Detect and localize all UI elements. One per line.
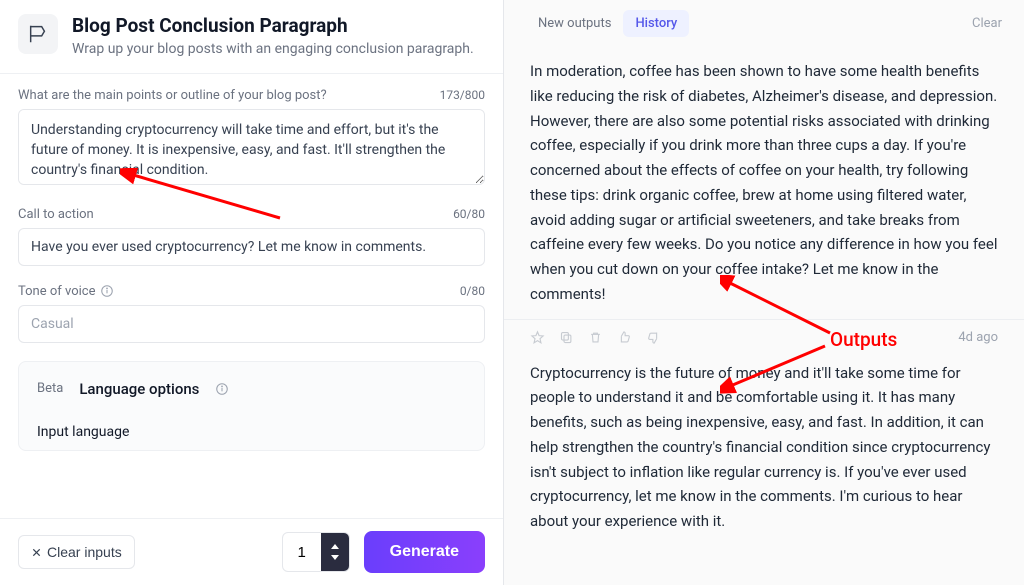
info-icon xyxy=(215,382,229,396)
quantity-arrows[interactable] xyxy=(321,532,349,572)
close-icon xyxy=(31,547,42,558)
template-subtitle: Wrap up your blog posts with an engaging… xyxy=(72,41,474,57)
tone-input[interactable] xyxy=(18,305,485,343)
language-options-box: Beta Language options Input language xyxy=(18,361,485,451)
template-icon xyxy=(18,14,58,54)
cta-counter: 60/80 xyxy=(453,207,485,221)
clear-outputs-link[interactable]: Clear xyxy=(972,16,1002,31)
points-label: What are the main points or outline of y… xyxy=(18,88,327,103)
thumbs-down-icon[interactable] xyxy=(646,330,661,345)
generate-button[interactable]: Generate xyxy=(364,531,485,573)
points-input[interactable]: Understanding cryptocurrency will take t… xyxy=(18,109,485,185)
form-area: What are the main points or outline of y… xyxy=(0,74,503,518)
clear-inputs-button[interactable]: Clear inputs xyxy=(18,535,135,569)
output-text: In moderation, coffee has been shown to … xyxy=(530,62,997,303)
up-down-icon xyxy=(330,544,340,560)
copy-icon[interactable] xyxy=(559,330,574,345)
points-counter: 173/800 xyxy=(440,88,485,102)
right-pane: New outputs History Clear In moderation,… xyxy=(504,0,1024,585)
template-header: Blog Post Conclusion Paragraph Wrap up y… xyxy=(0,0,503,74)
tone-counter: 0/80 xyxy=(460,284,485,298)
output-card: Cryptocurrency is the future of money an… xyxy=(504,347,1024,544)
tab-history[interactable]: History xyxy=(623,10,689,37)
star-icon[interactable] xyxy=(530,330,545,345)
tone-label: Tone of voice xyxy=(18,284,95,299)
footer-bar: Clear inputs Generate xyxy=(0,518,503,585)
output-timestamp: 4d ago xyxy=(958,330,998,345)
left-pane: Blog Post Conclusion Paragraph Wrap up y… xyxy=(0,0,504,585)
output-meta-row: 4d ago xyxy=(504,320,1024,347)
flag-icon xyxy=(27,23,49,45)
template-title: Blog Post Conclusion Paragraph xyxy=(72,14,474,38)
cta-input[interactable] xyxy=(18,228,485,266)
quantity-input[interactable] xyxy=(283,544,321,561)
output-text: Cryptocurrency is the future of money an… xyxy=(530,364,990,531)
output-card: In moderation, coffee has been shown to … xyxy=(504,45,1024,317)
outputs-list: In moderation, coffee has been shown to … xyxy=(504,45,1024,585)
tab-new-outputs[interactable]: New outputs xyxy=(526,10,623,37)
info-icon xyxy=(100,284,114,298)
clear-inputs-label: Clear inputs xyxy=(47,544,122,560)
input-language-label: Input language xyxy=(37,424,466,440)
beta-badge: Beta xyxy=(37,381,63,396)
cta-label: Call to action xyxy=(18,207,94,222)
language-options-title: Language options xyxy=(79,380,199,398)
output-tabs: New outputs History Clear xyxy=(504,0,1024,45)
quantity-stepper[interactable] xyxy=(282,532,350,572)
trash-icon[interactable] xyxy=(588,330,603,345)
thumbs-up-icon[interactable] xyxy=(617,330,632,345)
